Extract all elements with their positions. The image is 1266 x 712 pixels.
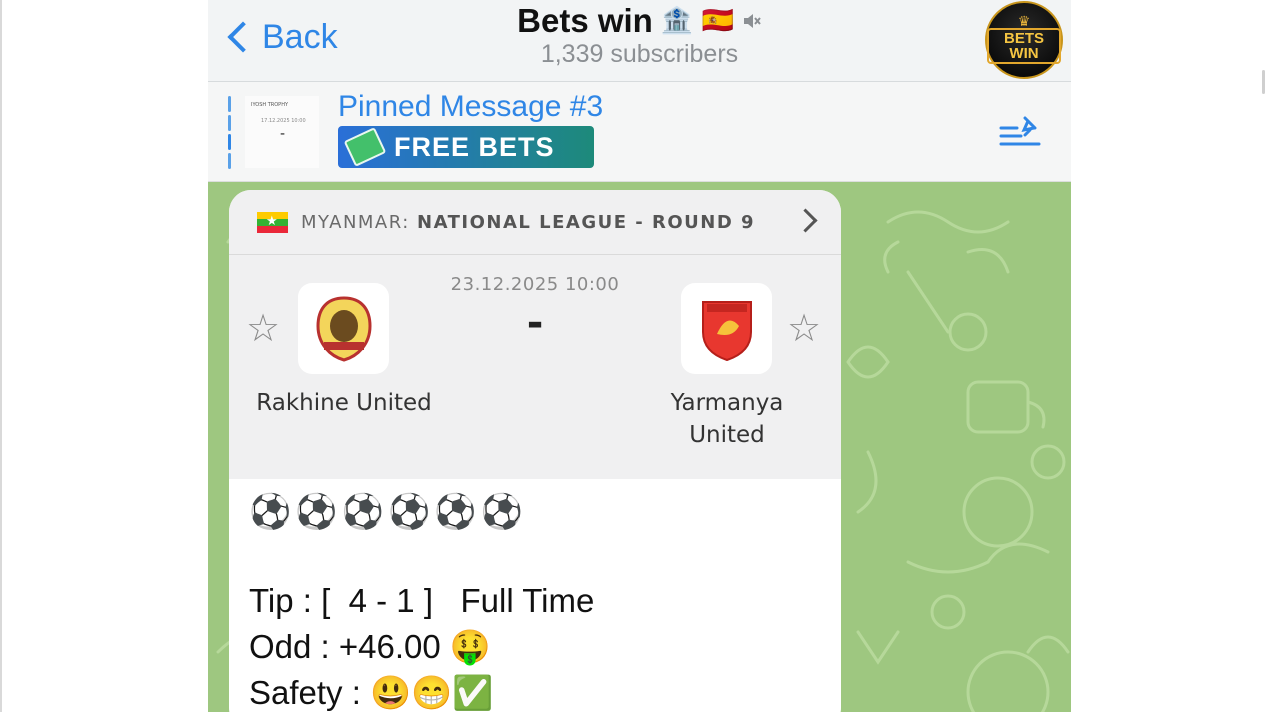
- thumb-date: 17.12.2025 10:00: [261, 118, 306, 124]
- pinned-index-indicator: [228, 96, 232, 170]
- free-bets-label: FREE BETS: [394, 131, 555, 162]
- free-bets-banner: FREE BETS: [338, 126, 594, 168]
- chat-screen: Back Bets win 🏦 🇪🇸 1,339 subscribers ♛ B…: [208, 0, 1071, 712]
- pinned-thumbnail: IYOSH TROPHY 17.12.2025 10:00 -: [245, 96, 319, 168]
- league-row[interactable]: ★ MYANMAR: NATIONAL LEAGUE - ROUND 9: [229, 190, 841, 255]
- message-text: ⚽⚽⚽⚽⚽⚽ Tip : [ 4 - 1 ] Full Time Odd : +…: [249, 492, 829, 712]
- rakhine-crest-icon: [315, 295, 372, 362]
- yarmanya-crest-icon: [701, 300, 752, 361]
- pinned-list-icon[interactable]: [999, 114, 1041, 148]
- league-country: MYANMAR:: [301, 211, 410, 233]
- channel-title: Bets win: [517, 2, 653, 39]
- home-team-logo: [298, 283, 389, 374]
- ticket-icon: [343, 127, 387, 167]
- scroll-indicator: [1262, 70, 1265, 94]
- subscriber-count: 1,339 subscribers: [540, 40, 739, 68]
- channel-avatar[interactable]: ♛ BETS WIN: [985, 1, 1063, 79]
- league-name: NATIONAL LEAGUE - ROUND 9: [417, 211, 756, 233]
- tip-line: Tip : [ 4 - 1 ] Full Time: [249, 582, 595, 619]
- muted-speaker-icon: [743, 14, 761, 28]
- chevron-right-icon: [793, 208, 818, 233]
- thumb-text: IYOSH TROPHY: [251, 102, 289, 108]
- crown-icon: ♛: [1017, 14, 1031, 30]
- title-emojis: 🏦 🇪🇸: [660, 6, 734, 36]
- favorite-away-star-icon[interactable]: ☆: [787, 309, 821, 347]
- thumb-score: -: [280, 126, 286, 142]
- channel-title-area[interactable]: Bets win 🏦 🇪🇸 1,339 subscribers: [208, 0, 1071, 69]
- pinned-title: Pinned Message #3: [338, 90, 604, 123]
- odd-line: Odd : +46.00 🤑: [249, 628, 491, 665]
- chat-header: Back Bets win 🏦 🇪🇸 1,339 subscribers ♛ B…: [208, 0, 1071, 82]
- safety-line: Safety : 😃😁✅: [249, 674, 494, 711]
- away-team-name: Yarmanya United: [670, 390, 784, 448]
- window-edge: [0, 0, 2, 712]
- away-team-logo: [681, 283, 772, 374]
- avatar-logo: BETS WIN: [987, 28, 1061, 64]
- favorite-home-star-icon[interactable]: ☆: [246, 309, 280, 347]
- league-label: MYANMAR: NATIONAL LEAGUE - ROUND 9: [301, 212, 755, 233]
- pinned-message-bar[interactable]: IYOSH TROPHY 17.12.2025 10:00 - Pinned M…: [208, 82, 1071, 182]
- football-emojis: ⚽⚽⚽⚽⚽⚽: [249, 493, 528, 531]
- flag-star: ★: [266, 213, 278, 229]
- myanmar-flag-icon: ★: [257, 211, 288, 233]
- message-bubble[interactable]: ★ MYANMAR: NATIONAL LEAGUE - ROUND 9 23.…: [229, 190, 841, 712]
- home-team-name: Rakhine United: [256, 390, 432, 416]
- match-card: ★ MYANMAR: NATIONAL LEAGUE - ROUND 9 23.…: [229, 190, 841, 479]
